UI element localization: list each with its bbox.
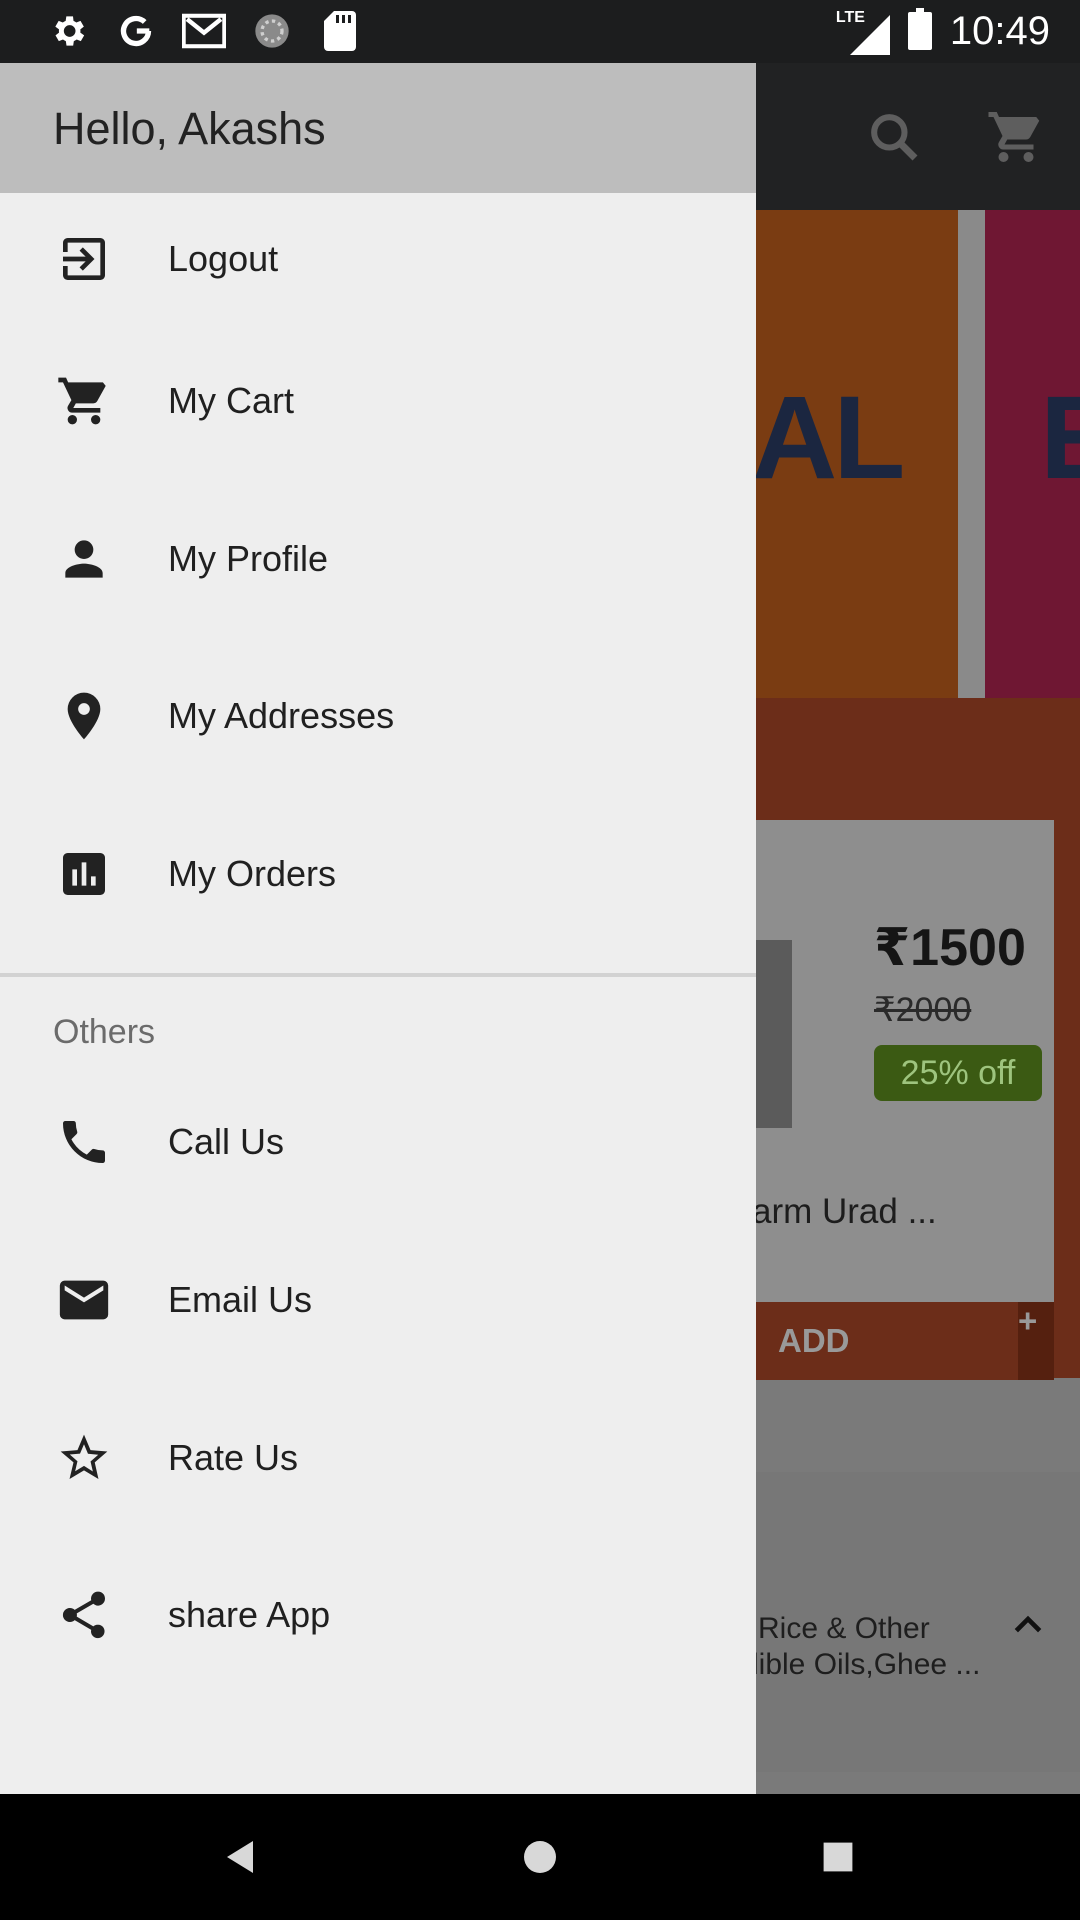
location-pin-icon — [52, 684, 116, 748]
drawer-item-my-orders[interactable]: My Orders — [0, 809, 756, 939]
drawer-item-my-cart[interactable]: My Cart — [0, 336, 756, 466]
drawer-item-my-addresses[interactable]: My Addresses — [0, 651, 756, 781]
banner-gap — [958, 210, 985, 735]
drawer-header: Hello, Akashs — [0, 63, 756, 193]
drawer-item-label: Call Us — [168, 1121, 285, 1162]
section-title: Others — [53, 1013, 156, 1051]
recents-icon[interactable] — [805, 1824, 871, 1890]
system-nav-bar — [0, 1794, 1080, 1920]
product-mrp: ₹2000 — [874, 991, 972, 1029]
google-icon — [114, 9, 158, 53]
chevron-up-icon[interactable] — [1008, 1604, 1048, 1644]
share-icon — [52, 1583, 116, 1647]
bar-chart-icon — [52, 842, 116, 906]
drawer-item-label: Rate Us — [168, 1437, 299, 1478]
sd-card-icon — [318, 9, 362, 53]
logout-icon — [52, 227, 116, 291]
drawer-item-share-app[interactable]: share App — [0, 1550, 756, 1680]
person-icon — [52, 527, 116, 591]
increment-button[interactable]: + — [1018, 1302, 1054, 1380]
drawer-item-rate-us[interactable]: Rate Us — [0, 1393, 756, 1523]
phone-icon — [52, 1110, 116, 1174]
drawer-item-call-us[interactable]: Call Us — [0, 1077, 756, 1207]
gmail-icon — [182, 9, 226, 53]
category-label: lible Oils,Ghee ... — [752, 1648, 981, 1681]
navigation-drawer: Hello, Akashs Logout My Cart My Profile … — [0, 63, 756, 1794]
greeting: Hello, Akashs — [53, 103, 326, 154]
mail-icon — [52, 1268, 116, 1332]
drawer-item-label: Logout — [168, 238, 279, 279]
product-price: ₹1500 — [874, 919, 1026, 977]
product-image — [752, 940, 792, 1128]
battery-icon — [907, 8, 932, 55]
search-icon[interactable] — [866, 109, 922, 165]
banner-text: AL — [752, 372, 905, 504]
loading-icon — [250, 9, 294, 53]
drawer-item-logout[interactable]: Logout — [0, 194, 756, 324]
drawer-item-label: My Cart — [168, 380, 294, 421]
product-name: arm Urad ... — [752, 1192, 937, 1231]
settings-icon — [46, 9, 90, 53]
drawer-divider — [0, 973, 756, 977]
drawer-item-my-profile[interactable]: My Profile — [0, 494, 756, 624]
banner-text: E — [1040, 372, 1080, 504]
back-icon[interactable] — [208, 1824, 274, 1890]
star-outline-icon — [52, 1426, 116, 1490]
drawer-item-label: My Orders — [168, 853, 337, 894]
cart-icon[interactable] — [986, 107, 1046, 167]
drawer-item-label: share App — [168, 1594, 331, 1635]
drawer-item-label: My Profile — [168, 538, 329, 579]
signal-icon: LTE — [836, 9, 890, 55]
clock: 10:49 — [949, 9, 1050, 53]
discount-badge: 25% off — [874, 1045, 1042, 1101]
cart-icon — [52, 369, 116, 433]
drawer-item-label: My Addresses — [168, 695, 395, 736]
home-icon[interactable] — [507, 1824, 573, 1890]
drawer-item-label: Email Us — [168, 1279, 313, 1320]
status-bar: LTE 10:49 — [0, 0, 1080, 63]
drawer-item-email-us[interactable]: Email Us — [0, 1235, 756, 1365]
category-label: Rice & Other — [758, 1612, 930, 1645]
